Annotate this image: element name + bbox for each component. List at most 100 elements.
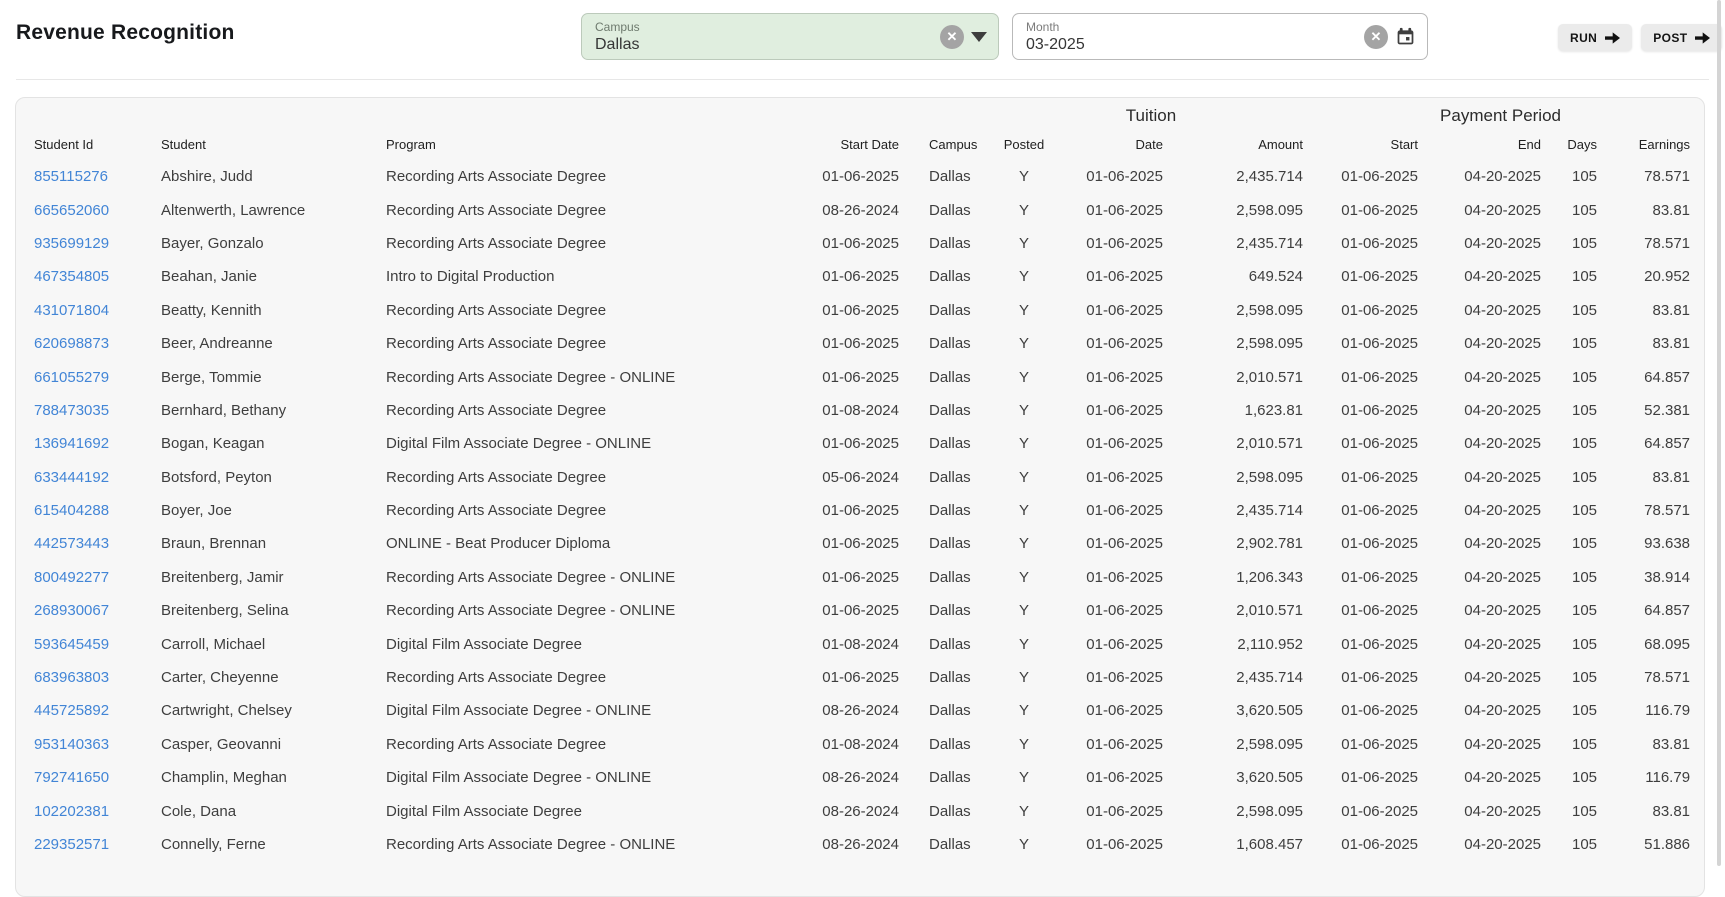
table-cell: Cartwright, Chelsey	[161, 702, 292, 720]
chevron-down-icon[interactable]	[971, 31, 987, 42]
table-body: 855115276 Abshire, Judd Recording Arts Ass…	[34, 160, 1694, 861]
student-id-link[interactable]: 615404288	[34, 502, 109, 519]
student-id-link[interactable]: 431071804	[34, 302, 109, 319]
student-id-link[interactable]: 665652060	[34, 202, 109, 219]
table-cell: 04-20-2025	[1464, 535, 1542, 553]
table-cell: 105	[1571, 535, 1598, 553]
student-id-link[interactable]: 953140363	[34, 736, 109, 753]
column-header-start-date[interactable]: Start Date	[809, 128, 903, 160]
column-header-student-id[interactable]: Student Id	[34, 128, 161, 160]
column-header-earnings[interactable]: Earnings	[1601, 128, 1694, 160]
table-cell: Beatty, Kennith	[161, 301, 262, 319]
table-cell: 01-06-2025	[1086, 468, 1163, 486]
table-cell: Dallas	[929, 368, 971, 386]
table-cell: Breitenberg, Jamir	[161, 568, 284, 586]
table-cell: Y	[1018, 568, 1029, 586]
table-cell: 01-06-2025	[822, 168, 899, 186]
campus-clear-icon[interactable]: ✕	[940, 24, 964, 49]
table-cell: Y	[1018, 234, 1029, 252]
table-cell: Recording Arts Associate Degree	[386, 201, 607, 219]
table-cell: 01-06-2025	[822, 368, 899, 386]
student-id-link[interactable]: 683963803	[34, 669, 109, 686]
table-cell: Dallas	[929, 735, 971, 753]
campus-filter[interactable]: Campus Dallas ✕	[581, 13, 999, 60]
table-cell: Digital Film Associate Degree	[386, 802, 582, 820]
table-cell: 01-06-2025	[1341, 268, 1419, 286]
month-filter-value: 03-2025	[1026, 35, 1085, 53]
table-cell: 01-06-2025	[1086, 368, 1163, 386]
table-cell: Berge, Tommie	[161, 368, 262, 386]
table-cell: 01-06-2025	[1086, 568, 1163, 586]
table-row: 442573443 Braun, Brennan ONLINE - Beat Pro…	[34, 527, 1694, 560]
table-cell: Boyer, Joe	[161, 502, 232, 520]
table-cell: 83.81	[1652, 335, 1691, 353]
tuition-group-header: Tuition	[1125, 106, 1177, 125]
table-cell: 04-20-2025	[1464, 602, 1542, 620]
student-id-cell: 593645459	[34, 627, 161, 660]
table-cell: 01-06-2025	[1341, 502, 1419, 520]
student-id-link[interactable]: 593645459	[34, 636, 109, 653]
table-cell: 105	[1571, 401, 1598, 419]
table-cell: 04-20-2025	[1464, 669, 1542, 687]
table-cell: 01-06-2025	[1086, 268, 1163, 286]
vertical-scrollbar[interactable]	[1717, 0, 1721, 866]
month-filter[interactable]: Month 03-2025 ✕	[1012, 13, 1428, 60]
table-cell: 83.81	[1652, 468, 1691, 486]
table-cell: 04-20-2025	[1464, 735, 1542, 753]
student-id-link[interactable]: 102202381	[34, 803, 109, 820]
column-header-tuition-amount[interactable]: Amount	[1167, 128, 1307, 160]
column-header-program[interactable]: Program	[386, 128, 809, 160]
table-cell: 01-06-2025	[1086, 669, 1163, 687]
group-header-spacer	[34, 98, 995, 128]
student-id-link[interactable]: 792741650	[34, 769, 109, 786]
table-cell: 2,598.095	[1236, 735, 1304, 753]
table-cell: 01-06-2025	[822, 301, 899, 319]
student-id-link[interactable]: 788473035	[34, 402, 109, 419]
results-card: Tuition Payment Period Student Id Studen…	[15, 97, 1705, 897]
post-button[interactable]: POST	[1641, 24, 1723, 51]
table-cell: 01-06-2025	[822, 234, 899, 252]
table-cell: Dallas	[929, 769, 971, 787]
table-cell: Dallas	[929, 836, 971, 853]
student-id-link[interactable]: 620698873	[34, 335, 109, 352]
column-header-payment-start[interactable]: Start	[1307, 128, 1422, 160]
column-header-student[interactable]: Student	[161, 128, 386, 160]
month-filter-text[interactable]: Month 03-2025	[1013, 20, 1364, 54]
table-cell: 01-06-2025	[822, 669, 899, 687]
table-cell: Y	[1018, 702, 1029, 720]
student-id-link[interactable]: 136941692	[34, 435, 109, 452]
student-id-link[interactable]: 661055279	[34, 369, 109, 386]
student-id-cell: 620698873	[34, 327, 161, 360]
column-header-tuition-date[interactable]: Date	[1053, 128, 1167, 160]
table-cell: 83.81	[1652, 735, 1691, 753]
column-header-payment-end[interactable]: End	[1422, 128, 1545, 160]
table-row: 800492277 Breitenberg, Jamir Recording Art…	[34, 561, 1694, 594]
run-button[interactable]: RUN	[1558, 24, 1633, 51]
table-cell: 2,110.952	[1237, 635, 1304, 653]
month-clear-icon[interactable]: ✕	[1364, 24, 1388, 49]
student-id-link[interactable]: 268930067	[34, 602, 109, 619]
student-id-link[interactable]: 633444192	[34, 469, 109, 486]
student-id-link[interactable]: 855115276	[34, 168, 108, 185]
campus-filter-text[interactable]: Campus Dallas	[582, 20, 940, 54]
student-id-link[interactable]: 229352571	[34, 836, 109, 853]
student-id-link[interactable]: 800492277	[34, 569, 109, 586]
table-cell: Y	[1018, 802, 1029, 820]
column-header-days[interactable]: Days	[1545, 128, 1601, 160]
table-cell: Beer, Andreanne	[161, 335, 273, 353]
student-id-link[interactable]: 935699129	[34, 235, 109, 252]
student-id-link[interactable]: 445725892	[34, 702, 109, 719]
table-cell: 2,435.714	[1236, 502, 1304, 520]
table-cell: 2,598.095	[1236, 468, 1304, 486]
table-cell: 01-06-2025	[822, 335, 899, 353]
column-header-campus[interactable]: Campus	[903, 128, 995, 160]
table-cell: Y	[1018, 335, 1029, 353]
student-id-link[interactable]: 467354805	[34, 268, 109, 285]
table-cell: 04-20-2025	[1464, 301, 1542, 319]
table-row: 953140363 Casper, Geovanni Recording Arts …	[34, 728, 1694, 761]
student-id-link[interactable]: 442573443	[34, 535, 109, 552]
calendar-icon[interactable]	[1395, 26, 1416, 47]
column-header-posted[interactable]: Posted	[995, 128, 1053, 160]
post-button-label: POST	[1653, 30, 1688, 45]
table-cell: 2,010.571	[1236, 435, 1304, 453]
